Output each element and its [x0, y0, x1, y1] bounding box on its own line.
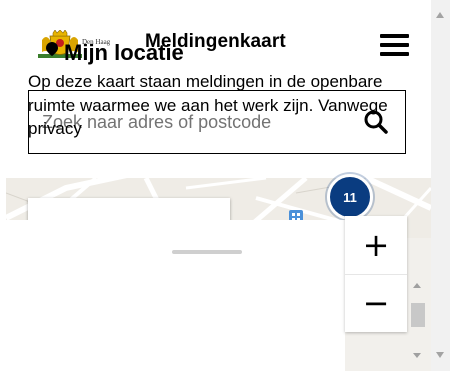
panel-drag-handle[interactable]	[172, 250, 242, 254]
scroll-up-icon[interactable]	[436, 12, 444, 18]
panel-scroll-down-icon[interactable]	[413, 353, 421, 358]
panel-description: Op deze kaart staan meldingen in de open…	[28, 72, 388, 138]
panel-scroll-up-icon[interactable]	[413, 283, 421, 288]
zoom-control: + −	[345, 216, 407, 332]
page-scrollbar[interactable]	[431, 0, 450, 371]
minus-icon: −	[362, 284, 390, 322]
zoom-in-button[interactable]: +	[345, 216, 407, 275]
panel-scrollbar[interactable]	[405, 277, 431, 371]
location-pin-icon	[46, 42, 58, 56]
plus-icon: +	[362, 226, 390, 264]
panel-scroll-thumb[interactable]	[411, 303, 425, 327]
app-frame: Den Haag Meldingenkaart Zoek naar adres …	[0, 0, 431, 371]
info-panel	[6, 220, 345, 371]
scroll-down-icon[interactable]	[436, 352, 444, 358]
zoom-out-button[interactable]: −	[345, 274, 407, 332]
my-location-label: Mijn locatie	[64, 40, 184, 65]
hamburger-menu-icon[interactable]	[377, 31, 411, 59]
map-cluster-marker[interactable]: 11	[327, 174, 373, 220]
